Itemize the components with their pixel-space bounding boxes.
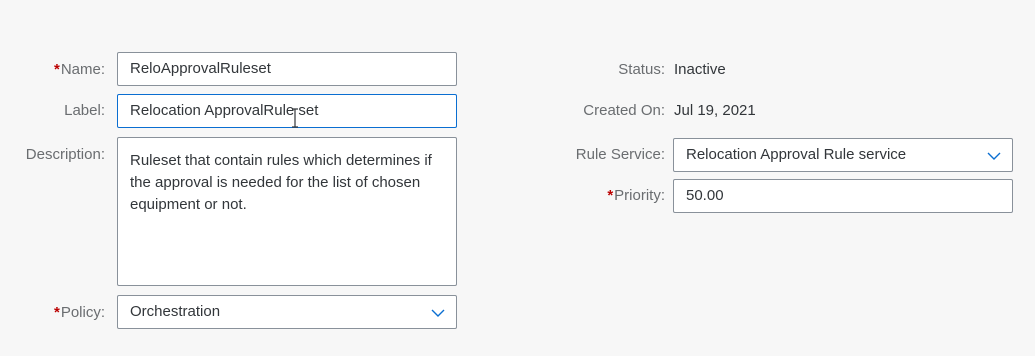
description-label: Description: [25,146,105,163]
rule-service-select[interactable]: Relocation Approval Rule service [673,138,1013,172]
label-input[interactable]: Relocation ApprovalRule set [117,94,457,128]
rule-service-label: Rule Service: [575,146,665,163]
policy-select[interactable]: Orchestration [117,295,457,329]
status-label: Status: [618,61,665,78]
name-label: *Name: [53,61,105,78]
priority-label: *Priority: [607,187,665,204]
chevron-down-icon[interactable] [430,305,446,321]
required-mark: * [607,187,614,204]
required-mark: * [53,304,60,321]
created-on-value: Jul 19, 2021 [674,102,756,119]
policy-label: *Policy: [53,304,105,321]
status-value: Inactive [674,61,726,78]
chevron-down-icon[interactable] [986,148,1002,164]
created-on-label: Created On: [583,102,665,119]
description-textarea[interactable]: Ruleset that contain rules which determi… [117,137,457,286]
text-cursor-icon [292,108,298,128]
label-label: Label: [64,102,105,119]
name-input[interactable]: ReloApprovalRuleset [117,52,457,86]
priority-input[interactable]: 50.00 [673,179,1013,213]
required-mark: * [53,61,60,78]
